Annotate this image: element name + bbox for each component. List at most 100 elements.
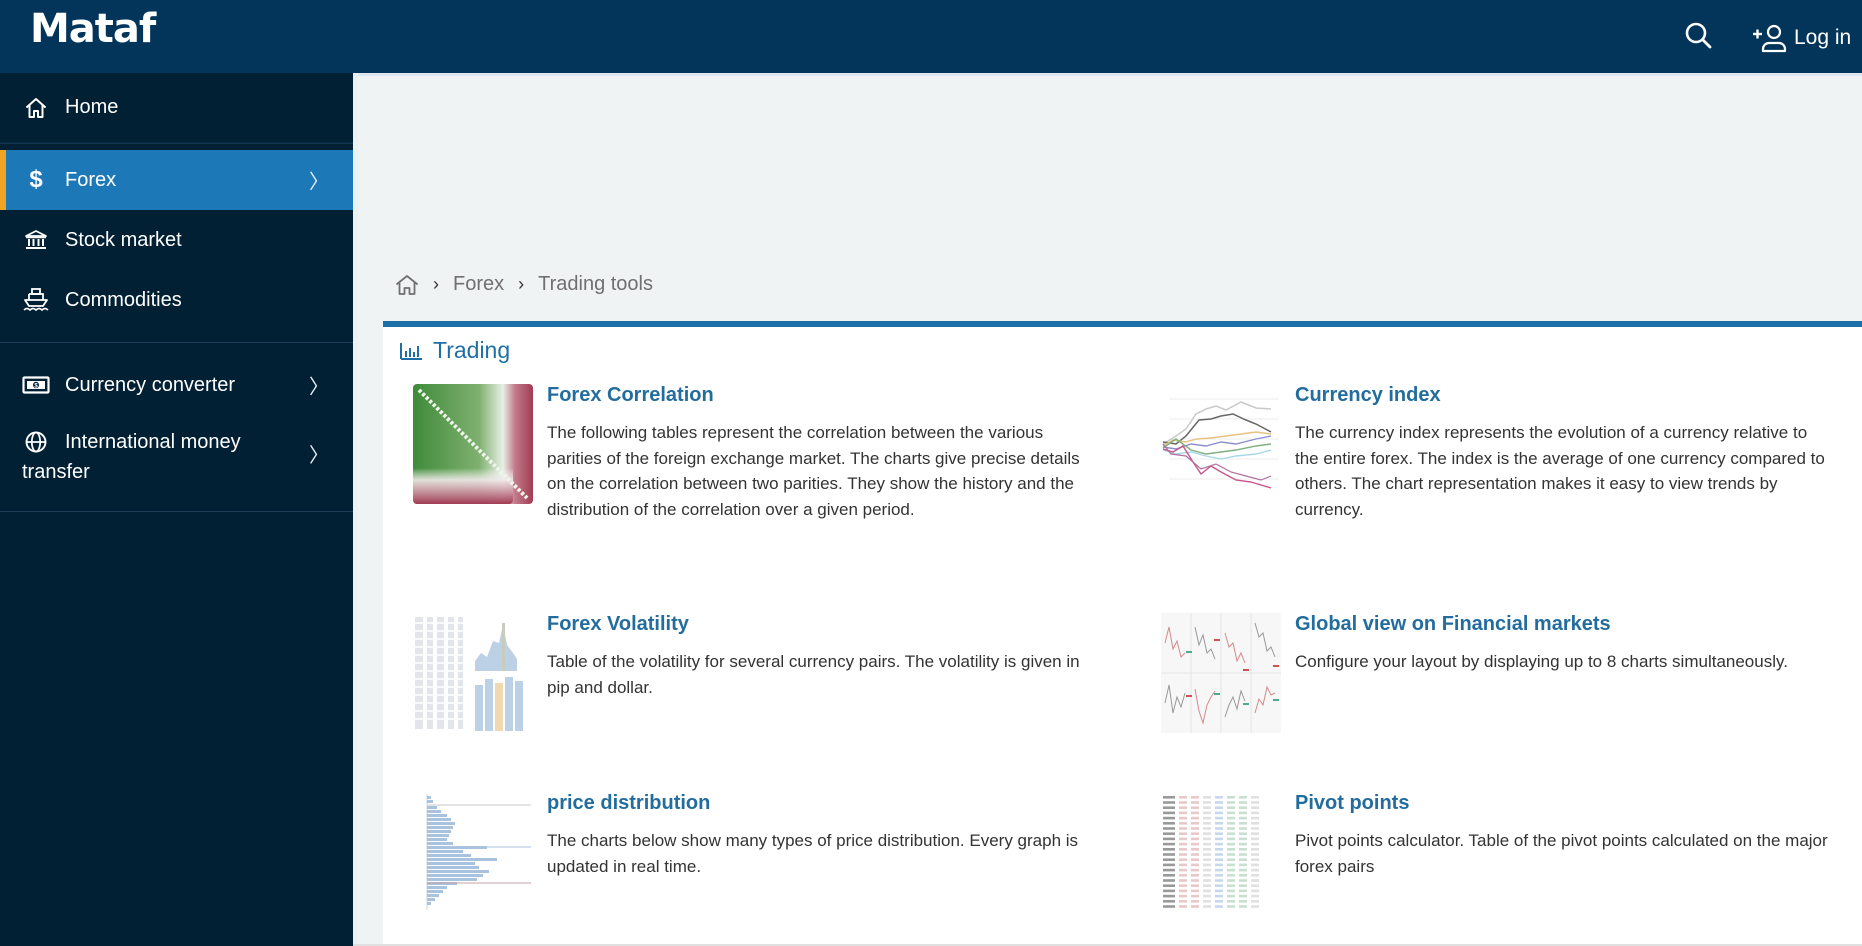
pivot-thumb-cell (1239, 894, 1247, 898)
pivot-thumb-cell (1191, 816, 1199, 820)
pivot-thumb-cell (1239, 900, 1247, 903)
pivot-table-thumbnail[interactable] (1161, 792, 1281, 912)
logo[interactable]: Mataf (30, 6, 156, 52)
card-title[interactable]: Global view on Financial markets (1295, 613, 1611, 636)
header-shadow (353, 73, 1862, 76)
pivot-thumb-cell (1227, 905, 1235, 908)
sidebar-item-international-money-transfer[interactable]: International money transfer 〉 (0, 415, 353, 497)
pivot-thumb-cell (1215, 811, 1223, 815)
trading-panel: Trading Forex Correlation The following … (383, 321, 1862, 946)
multi-chart-grid-thumbnail[interactable] (1161, 613, 1281, 733)
card-description: The charts below show many types of pric… (547, 831, 1079, 876)
search-button[interactable] (1683, 20, 1715, 52)
pivot-thumb-cell (1215, 863, 1223, 867)
pivot-thumb-cell (1239, 868, 1247, 872)
pivot-thumb-cell (1191, 806, 1199, 809)
user-plus-icon (1753, 24, 1787, 53)
banknote-icon: $ (22, 371, 50, 399)
pivot-thumb-cell (1215, 884, 1223, 887)
pivot-thumb-cell (1179, 848, 1187, 851)
home-icon (22, 94, 50, 122)
pivot-thumb-cell (1215, 806, 1223, 809)
price-histogram-thumbnail[interactable] (413, 792, 533, 912)
pivot-thumb-cell (1163, 816, 1175, 820)
sidebar-item-forex[interactable]: $ Forex 〉 (0, 150, 353, 210)
sidebar-divider (0, 511, 353, 512)
card-description: Pivot points calculator. Table of the pi… (1295, 831, 1828, 876)
sidebar-item-label: Home (65, 96, 119, 118)
chevron-right-icon: 〉 (309, 445, 329, 467)
card-title[interactable]: Currency index (1295, 384, 1441, 407)
sidebar-item-stock-market[interactable]: Stock market (0, 210, 353, 270)
pivot-thumb-cell (1251, 868, 1259, 872)
pivot-thumb-cell (1227, 900, 1235, 903)
pivot-thumb-cell (1251, 806, 1259, 809)
pivot-thumb-cell (1215, 905, 1223, 908)
sidebar-divider (0, 142, 353, 144)
pivot-thumb-cell (1239, 837, 1247, 841)
pivot-thumb-cell (1191, 884, 1199, 887)
pivot-thumb-cell (1215, 858, 1223, 861)
breadcrumb-home-link[interactable] (395, 274, 419, 296)
pivot-thumb-cell (1163, 879, 1175, 882)
sidebar-item-label: Currency converter (65, 373, 236, 396)
pivot-thumb-cell (1239, 832, 1247, 835)
card-description: The following tables represent the corre… (547, 423, 1080, 519)
pivot-thumb-cell (1227, 868, 1235, 872)
pivot-thumb-cell (1179, 900, 1187, 903)
sidebar-item-currency-converter[interactable]: $ Currency converter 〉 (0, 355, 353, 415)
pivot-thumb-cell (1227, 827, 1235, 830)
card-title[interactable]: price distribution (547, 792, 710, 815)
pivot-thumb-cell (1203, 900, 1211, 903)
pivot-thumb-cell (1239, 827, 1247, 830)
pivot-thumb-cell (1251, 842, 1259, 846)
pivot-thumb-cell (1227, 848, 1235, 851)
pivot-thumb-cell (1239, 811, 1247, 815)
pivot-thumb-cell (1203, 816, 1211, 820)
pivot-thumb-cell (1227, 816, 1235, 820)
card-title[interactable]: Pivot points (1295, 792, 1409, 815)
globe-icon (22, 428, 50, 456)
sidebar-item-label: Stock market (65, 228, 182, 251)
main-content: › Forex › Trading tools Trading Forex Co… (353, 73, 1862, 946)
pivot-thumb-cell (1203, 806, 1211, 809)
pivot-thumb-cell (1191, 853, 1199, 856)
breadcrumb-current: Trading tools (538, 273, 653, 295)
pivot-thumb-cell (1179, 879, 1187, 882)
pivot-thumb-cell (1179, 811, 1187, 815)
pivot-thumb-cell (1215, 889, 1223, 893)
sidebar-item-commodities[interactable]: Commodities (0, 270, 353, 330)
pivot-thumb-cell (1191, 858, 1199, 861)
card-title[interactable]: Forex Correlation (547, 384, 714, 407)
pivot-thumb-cell (1163, 874, 1175, 877)
pivot-thumb-cell (1163, 868, 1175, 872)
pivot-thumb-cell (1179, 837, 1187, 841)
pivot-thumb-cell (1163, 889, 1175, 893)
section-title-text: Trading (433, 337, 511, 363)
pivot-thumb-cell (1227, 874, 1235, 877)
pivot-thumb-cell (1203, 842, 1211, 846)
pivot-thumb-cell (1251, 816, 1259, 820)
pivot-thumb-cell (1215, 822, 1223, 825)
top-header: Mataf Log in (0, 0, 1862, 73)
pivot-thumb-cell (1239, 796, 1247, 799)
pivot-thumb-cell (1227, 858, 1235, 861)
pivot-thumb-cell (1227, 842, 1235, 846)
currency-index-chart-thumbnail[interactable] (1161, 384, 1281, 504)
card-title[interactable]: Forex Volatility (547, 613, 689, 636)
pivot-thumb-cell (1251, 801, 1259, 804)
correlation-matrix-thumbnail[interactable] (413, 384, 533, 504)
pivot-thumb-cell (1203, 822, 1211, 825)
breadcrumb: › Forex › Trading tools (395, 273, 653, 296)
pivot-thumb-cell (1191, 827, 1199, 830)
login-button[interactable]: Log in (1752, 20, 1851, 56)
pivot-thumb-cell (1191, 832, 1199, 835)
breadcrumb-forex[interactable]: Forex (453, 273, 504, 296)
sidebar-item-label: International money transfer (22, 431, 241, 483)
pivot-thumb-cell (1215, 848, 1223, 851)
pivot-thumb-cell (1203, 811, 1211, 815)
sidebar-item-home[interactable]: Home (0, 73, 353, 142)
pivot-thumb-cell (1163, 848, 1175, 851)
pivot-thumb-cell (1203, 858, 1211, 861)
volatility-table-thumbnail[interactable] (413, 613, 533, 733)
